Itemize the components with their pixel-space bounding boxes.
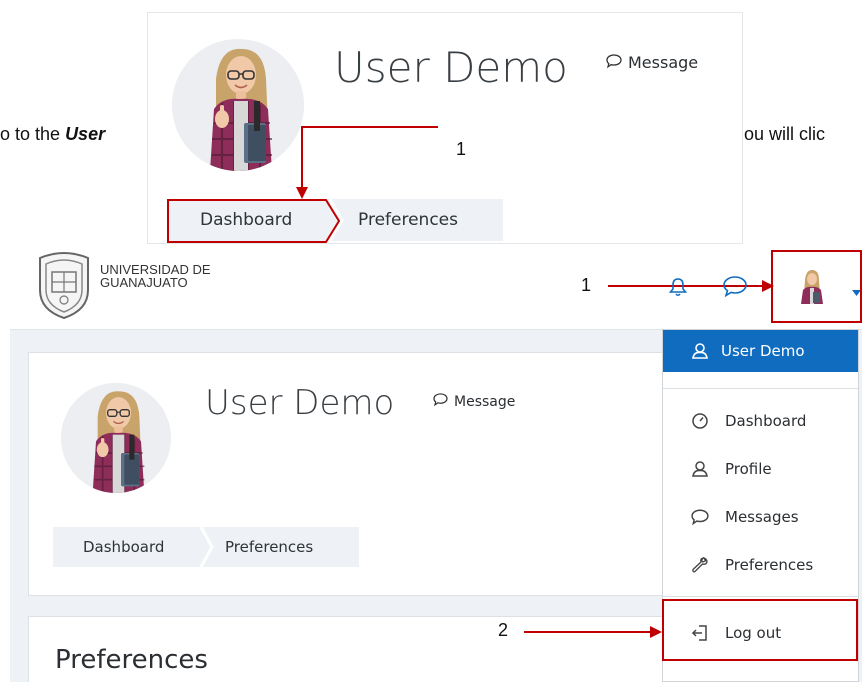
menu-item-messages[interactable]: Messages (663, 500, 858, 534)
wrench-icon (689, 556, 711, 574)
breadcrumb-item-dashboard[interactable]: Dashboard (53, 538, 203, 556)
menu-item-user-demo[interactable]: User Demo (663, 330, 858, 372)
annotation-number-1: 1 (581, 275, 592, 295)
speech-bubble-icon (433, 393, 448, 410)
doc-text-left: o to the User (0, 124, 106, 144)
page-title: User Demo (334, 43, 568, 92)
annotation-arrow-1 (608, 280, 774, 292)
annotation-arrow-1 (296, 126, 438, 199)
menu-item-dashboard[interactable]: Dashboard (663, 404, 858, 438)
menu-divider (663, 388, 858, 389)
breadcrumb-separator (199, 526, 214, 568)
speech-bubble-icon (689, 509, 711, 526)
user-menu-highlight-box (771, 250, 862, 323)
user-icon (689, 460, 711, 478)
doc-text-right: ou will clic (744, 124, 826, 144)
section-title: Preferences (55, 645, 208, 675)
avatar (61, 383, 171, 493)
message-link[interactable]: Message (606, 53, 698, 72)
page-title: User Demo (205, 383, 395, 423)
menu-item-profile[interactable]: Profile (663, 452, 858, 486)
student-avatar-illustration (61, 383, 171, 493)
moodle-page-screenshot: UNIVERSIDAD DE GUANAJUATO 1 User Demo Me… (10, 244, 862, 682)
profile-inset-screenshot: User Demo Message Dashboard Preferences … (147, 12, 743, 244)
menu-divider (663, 596, 858, 597)
speech-bubble-icon (606, 53, 622, 72)
student-avatar-illustration (172, 39, 304, 171)
message-label: Message (454, 393, 516, 410)
annotation-arrow-2 (524, 626, 662, 638)
university-crest-icon (39, 252, 89, 320)
message-label: Message (628, 53, 699, 72)
top-navbar: UNIVERSIDAD DE GUANAJUATO 1 (10, 244, 862, 330)
breadcrumb: Dashboard Preferences (53, 526, 359, 568)
messages-bubble-icon[interactable] (722, 275, 748, 301)
annotation-number-2: 2 (498, 620, 509, 640)
university-name: UNIVERSIDAD DE GUANAJUATO (100, 262, 211, 290)
message-link[interactable]: Message (433, 393, 515, 410)
dashboard-gauge-icon (689, 412, 711, 430)
breadcrumb-item-preferences[interactable]: Preferences (203, 538, 313, 556)
avatar (172, 39, 304, 171)
logout-highlight-box (662, 599, 858, 661)
user-icon (691, 342, 709, 360)
menu-item-preferences[interactable]: Preferences (663, 548, 858, 582)
annotation-number-1: 1 (456, 139, 467, 159)
university-logo[interactable] (32, 250, 96, 320)
notifications-bell-icon[interactable] (667, 276, 689, 302)
